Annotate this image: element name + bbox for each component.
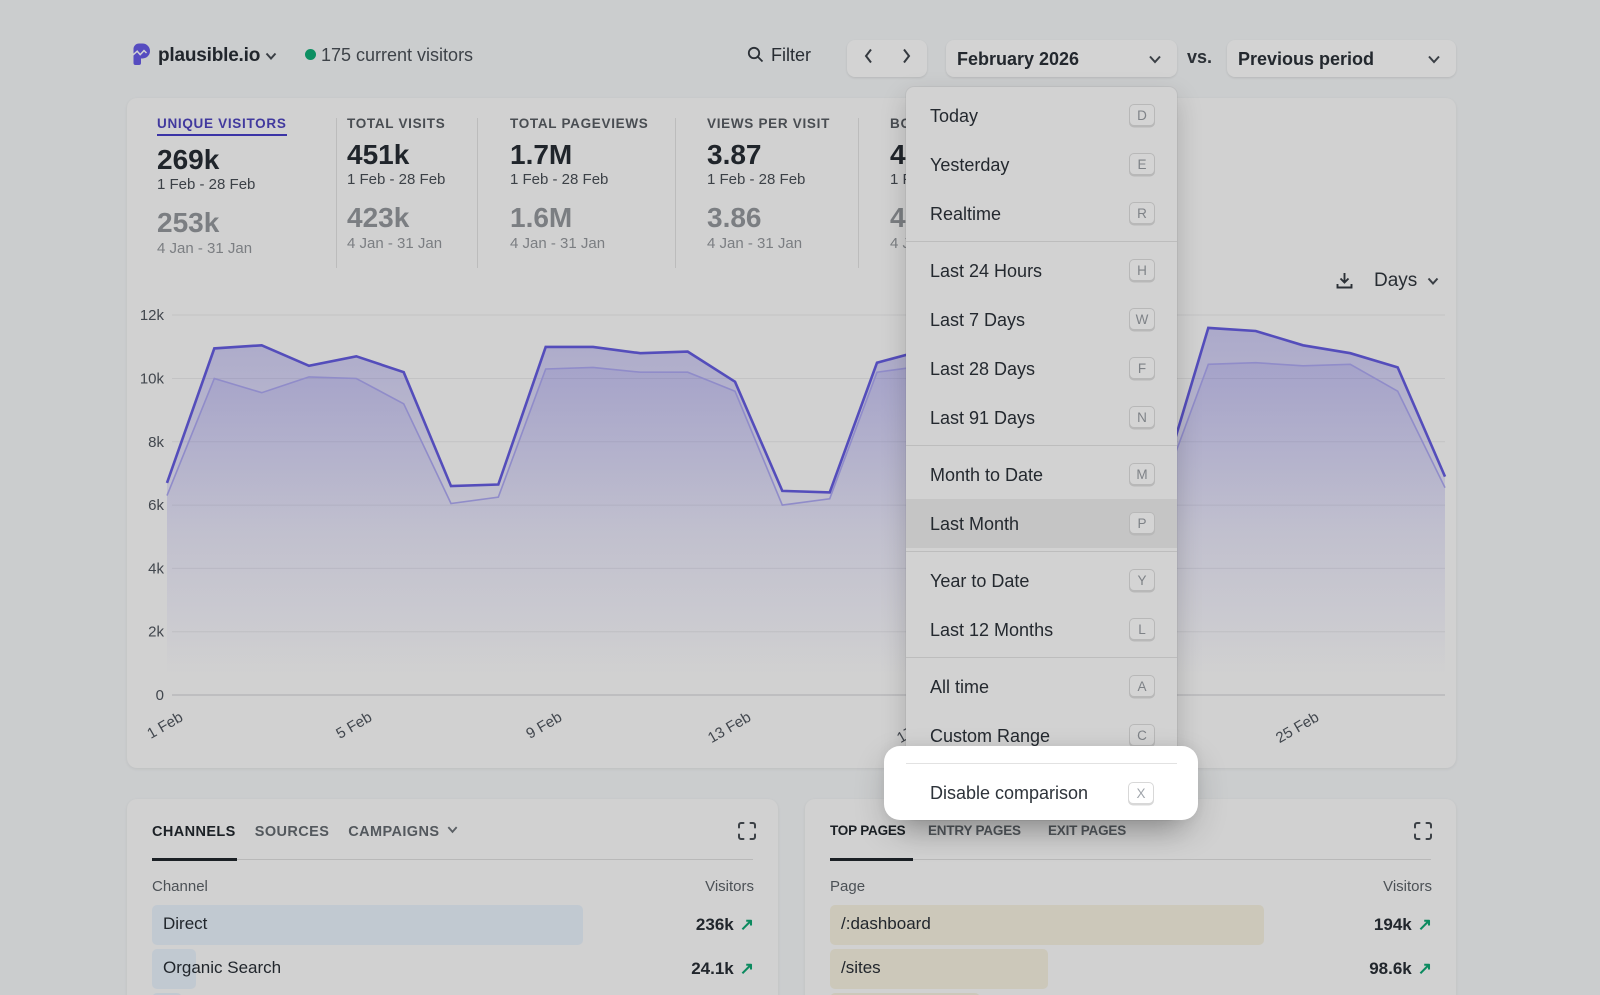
svg-text:25 Feb: 25 Feb — [1273, 709, 1322, 747]
svg-text:12k: 12k — [140, 307, 165, 324]
svg-text:0: 0 — [156, 687, 164, 704]
svg-text:1 Feb: 1 Feb — [144, 709, 186, 743]
svg-text:5 Feb: 5 Feb — [333, 709, 375, 743]
svg-text:6k: 6k — [148, 497, 164, 514]
svg-text:10k: 10k — [140, 371, 165, 388]
svg-text:2k: 2k — [148, 624, 164, 641]
svg-text:13 Feb: 13 Feb — [705, 709, 754, 747]
svg-text:4k: 4k — [148, 560, 164, 577]
svg-text:9 Feb: 9 Feb — [523, 709, 565, 743]
svg-text:8k: 8k — [148, 434, 164, 451]
